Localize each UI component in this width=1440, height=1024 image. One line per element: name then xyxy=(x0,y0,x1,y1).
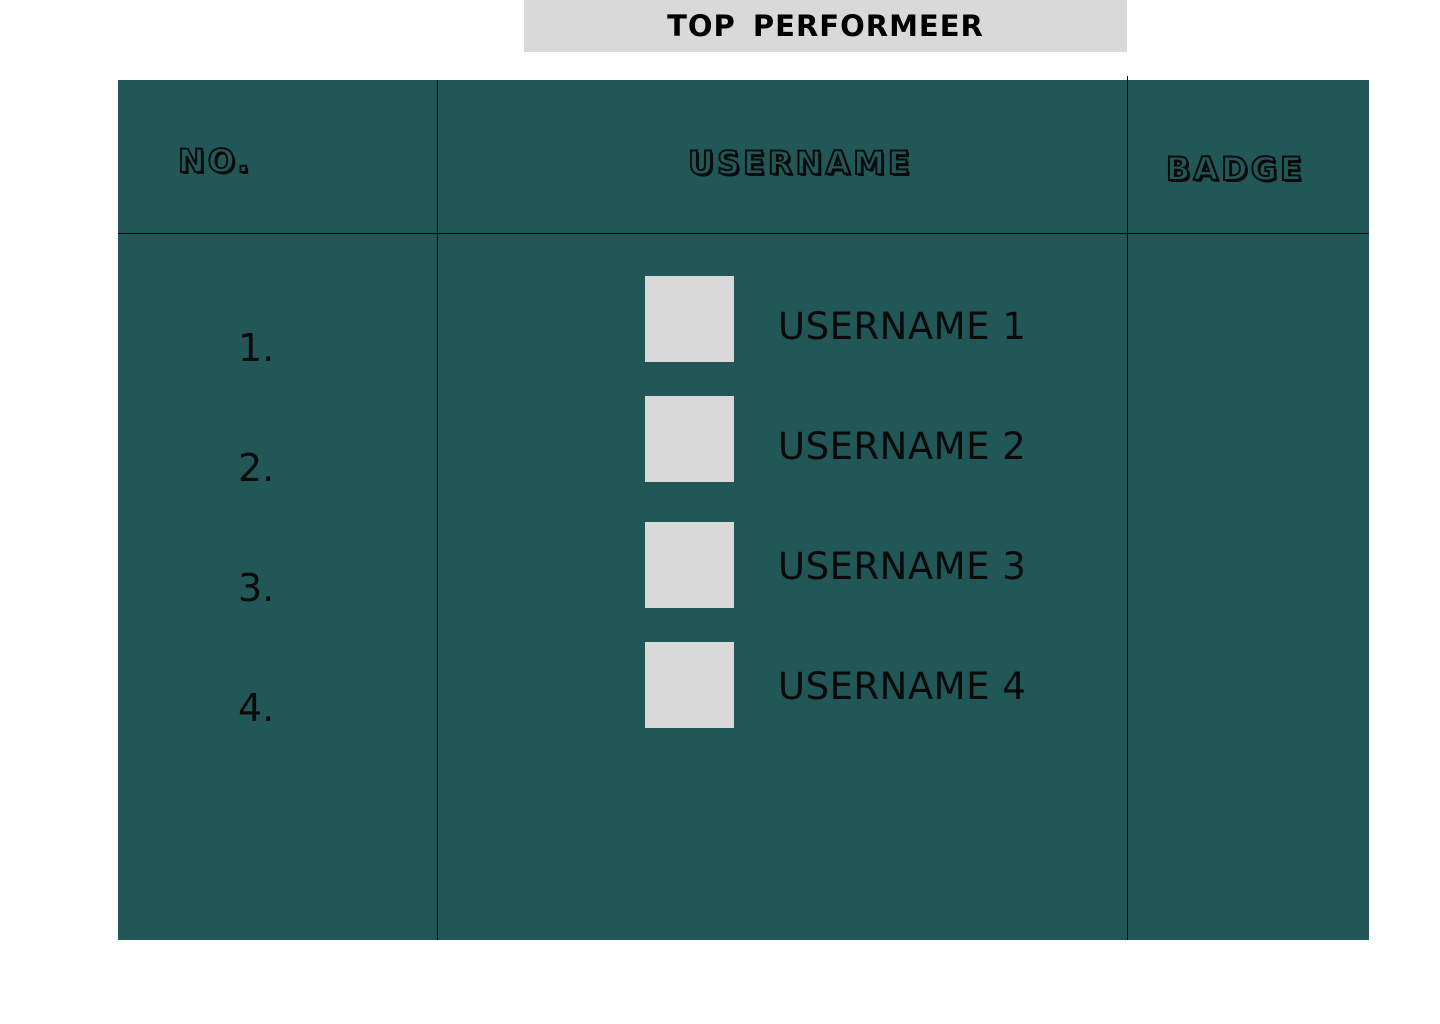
leaderboard-table xyxy=(118,80,1369,940)
username-label: USERNAME 3 xyxy=(778,545,1027,588)
header-badge: BADGE xyxy=(1165,149,1305,189)
row-number: 4. xyxy=(238,686,275,730)
avatar xyxy=(645,642,734,728)
header-divider xyxy=(118,233,1369,234)
column-divider-no xyxy=(437,80,438,940)
header-no: NO. xyxy=(177,141,253,181)
page-title: TOP PERFORMEER xyxy=(667,9,984,43)
leaderboard-page: TOP PERFORMEER NO. USERNAME BADGE 1. USE… xyxy=(0,0,1440,1024)
username-label: USERNAME 1 xyxy=(778,305,1027,348)
header-username: USERNAME xyxy=(687,143,913,183)
column-divider-username xyxy=(1127,76,1128,940)
username-label: USERNAME 4 xyxy=(778,665,1027,708)
row-number: 2. xyxy=(238,446,275,490)
avatar xyxy=(645,396,734,482)
avatar xyxy=(645,522,734,608)
avatar xyxy=(645,276,734,362)
row-number: 1. xyxy=(238,326,275,370)
username-label: USERNAME 2 xyxy=(778,425,1027,468)
title-bar: TOP PERFORMEER xyxy=(524,0,1127,52)
row-number: 3. xyxy=(238,566,275,610)
